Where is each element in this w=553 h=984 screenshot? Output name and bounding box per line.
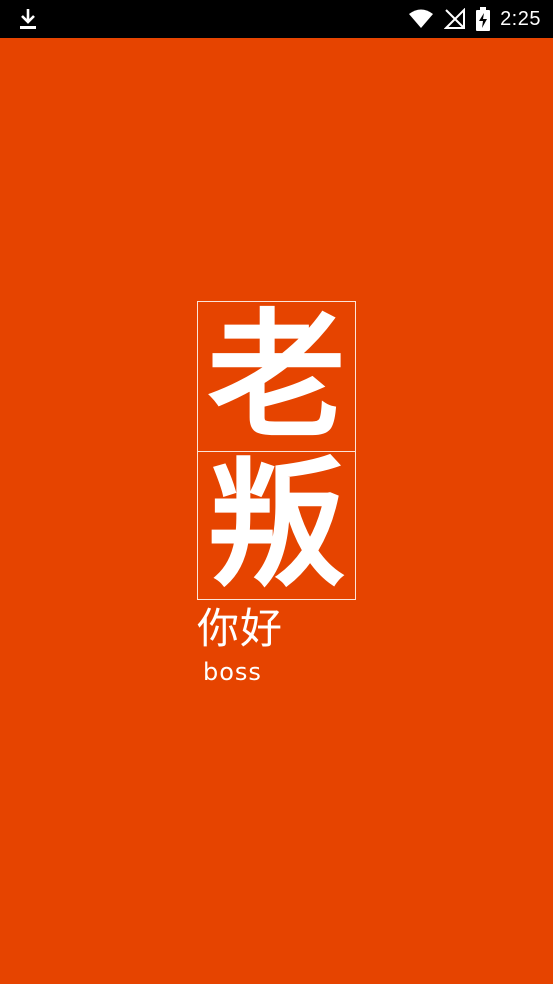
tagline-chinese: 你好 xyxy=(197,604,284,653)
no-signal-icon xyxy=(444,8,466,29)
logo-char-bottom: 叛 xyxy=(207,445,346,606)
status-right-group: 2:25 xyxy=(408,0,541,38)
logo-char-top: 老 xyxy=(207,296,346,457)
wifi-icon xyxy=(409,9,434,28)
app-logo: 老 叛 xyxy=(197,301,356,600)
status-time: 2:25 xyxy=(500,7,541,30)
download-icon xyxy=(20,9,36,29)
tagline-english: boss xyxy=(203,658,262,686)
battery-charging-icon xyxy=(476,7,491,31)
status-bar: 2:25 xyxy=(0,0,553,38)
